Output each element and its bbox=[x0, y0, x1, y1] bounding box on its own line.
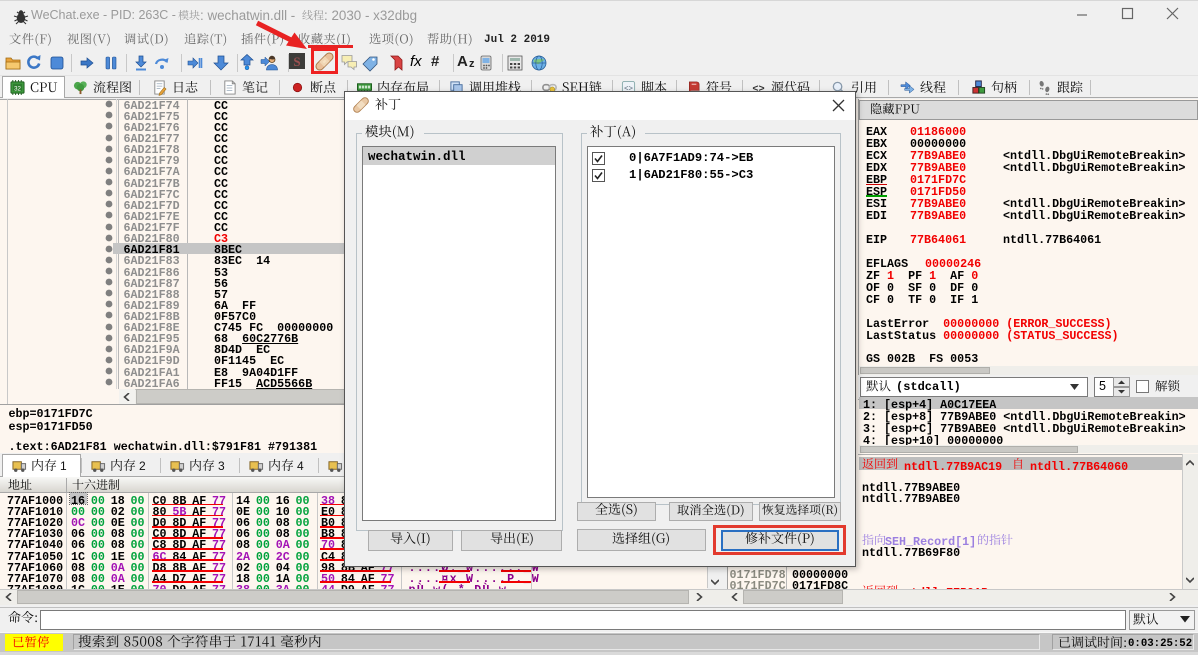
svg-text:32: 32 bbox=[14, 85, 21, 92]
